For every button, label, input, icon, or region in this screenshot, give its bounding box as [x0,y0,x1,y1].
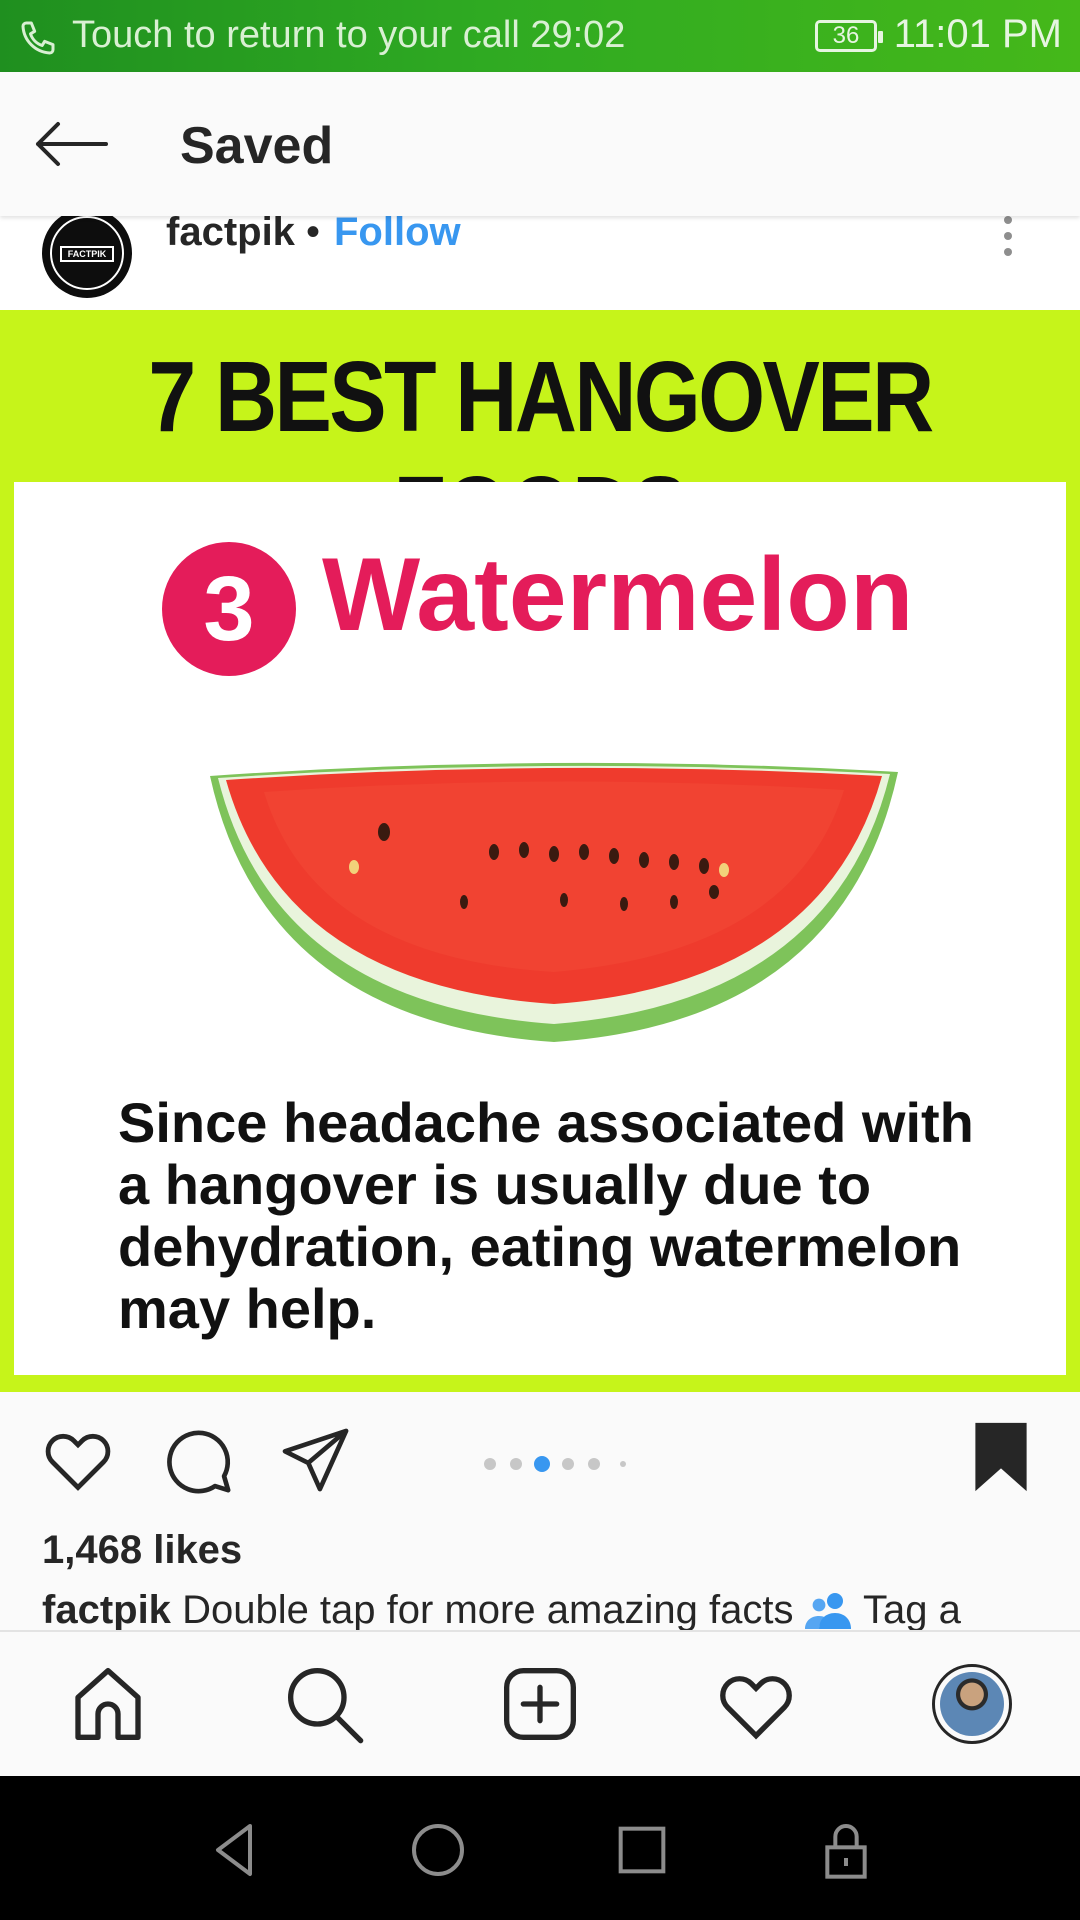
caption-more: Tag a [862,1588,961,1632]
follow-button[interactable]: Follow [334,210,461,255]
caption-text: Double tap for more amazing facts [182,1588,794,1632]
image-panel: 3 Watermelon Since headache associated w… [14,482,1066,1375]
page-title: Saved [180,117,334,175]
home-circle-icon[interactable] [406,1818,470,1882]
like-count[interactable]: 1,468 likes [42,1528,242,1573]
caption-username[interactable]: factpik [42,1588,171,1632]
lock-icon[interactable] [814,1818,878,1882]
carousel-dot [562,1458,574,1470]
send-icon[interactable] [282,1428,352,1492]
battery-indicator: 36 [815,20,883,52]
separator-dot: • [306,210,321,254]
comment-icon[interactable] [164,1426,234,1496]
clock: 11:01 PM [893,12,1062,56]
arrow-left-icon[interactable] [32,114,112,174]
call-return-text: Touch to return to your call 29:02 [72,14,625,57]
heart-icon[interactable] [716,1664,796,1744]
post-actions [0,1392,1080,1542]
watermelon-illustration [210,762,898,1042]
profile-photo [940,1672,1004,1736]
search-icon[interactable] [284,1664,364,1744]
phone-icon [21,21,55,55]
bookmark-filled-icon[interactable] [972,1420,1030,1494]
author-avatar[interactable]: FACTPIK [42,208,132,298]
app-header: Saved [0,72,1080,216]
add-post-icon[interactable] [500,1664,580,1744]
carousel-dot [510,1458,522,1470]
back-triangle-icon[interactable] [202,1818,266,1882]
heart-icon[interactable] [42,1426,114,1492]
carousel-dot-active [534,1456,550,1472]
item-number-badge: 3 [162,542,296,676]
avatar-logo-text: FACTPIK [60,246,114,262]
system-navigation-bar [0,1776,1080,1920]
author-username[interactable]: factpik [166,210,295,255]
more-vertical-icon[interactable] [990,216,1026,266]
bottom-navigation [0,1630,1080,1778]
image-caption: Since headache associated with a hangove… [118,1091,974,1340]
post-image[interactable]: 7 BEST HANGOVER FOODS 3 Watermelon Since… [0,310,1080,1392]
profile-avatar[interactable] [932,1664,1012,1744]
call-return-label: Touch to return to your call [72,14,520,56]
call-status-bar[interactable]: Touch to return to your call 29:02 36 11… [0,0,1080,72]
carousel-dot [588,1458,600,1470]
carousel-dot [484,1458,496,1470]
people-icon [804,1593,851,1629]
home-icon[interactable] [68,1664,148,1744]
call-timer: 29:02 [530,14,626,56]
carousel-dot [620,1461,626,1467]
post-caption[interactable]: factpik Double tap for more amazing fact… [42,1588,1042,1632]
recents-square-icon[interactable] [610,1818,674,1882]
food-name: Watermelon [322,537,914,653]
post-header: FACTPIK factpik • Follow [0,208,1080,310]
